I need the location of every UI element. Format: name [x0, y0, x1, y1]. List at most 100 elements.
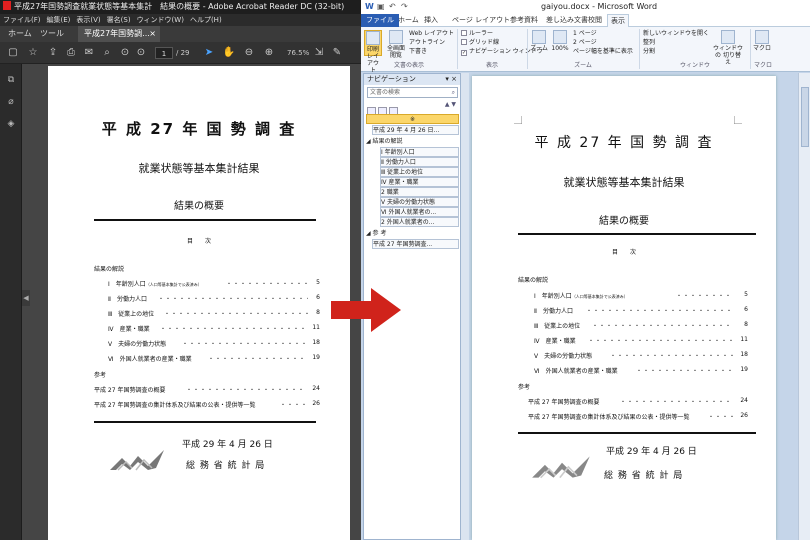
nav-item[interactable]: Ⅲ 従業上の地位: [380, 167, 459, 177]
one-page-button[interactable]: 1 ページ: [573, 30, 597, 38]
pdf-page: 平 成 27 年 国 勢 調 査 就業状態等基本集計結果 結果の概要 目 次 結…: [48, 66, 350, 540]
nav-item[interactable]: 2 外国人就業者の...: [380, 217, 459, 227]
new-window-button[interactable]: 新しいウィンドウを開く: [643, 30, 709, 38]
split-button[interactable]: 分割: [643, 48, 655, 56]
margin-corner-mark: [514, 116, 522, 124]
select-cursor-icon[interactable]: ➤: [202, 46, 216, 60]
vertical-scrollbar[interactable]: [798, 73, 810, 540]
tab-home[interactable]: ホーム: [8, 26, 32, 42]
attachment-icon[interactable]: ⌀: [5, 96, 17, 108]
nav-item[interactable]: Ⅱ 労働力人口: [380, 157, 459, 167]
zoom-button[interactable]: ズーム: [530, 30, 548, 56]
group-show-label: 表示: [485, 62, 498, 69]
nav-close-icon[interactable]: ▾ ×: [445, 74, 457, 85]
save-icon[interactable]: ▣: [377, 0, 385, 14]
tab-document[interactable]: 平成27年国勢調... ×: [78, 26, 160, 42]
toc-dots: ・・・・・・・・・・・・・・・・・・・・・・・・・・: [164, 311, 308, 318]
undo-icon[interactable]: ↶: [389, 0, 396, 14]
switch-window-button[interactable]: ウィンドウの 切り替え: [713, 30, 743, 66]
page-width-button[interactable]: ページ幅を基準に表示: [573, 48, 633, 56]
print-layout-button[interactable]: 印刷 レイアウト: [364, 30, 382, 74]
nav-item[interactable]: Ⅳ 産業・職業: [380, 177, 459, 187]
two-pages-button[interactable]: 2 ページ: [573, 39, 597, 47]
arrange-button[interactable]: 整列: [643, 39, 655, 47]
tab-insert[interactable]: 挿入: [421, 14, 441, 27]
acrobat-title: 平成27年国勢調査就業状態等基本集計 結果の概要 - Adobe Acrobat…: [14, 2, 345, 11]
tab-file[interactable]: ファイル: [361, 14, 399, 27]
scrollbar-thumb[interactable]: [801, 87, 809, 147]
nav-item[interactable]: Ⅴ 夫婦の労働力状態: [380, 197, 459, 207]
print-icon[interactable]: ⎙: [64, 46, 78, 60]
menu-help[interactable]: ヘルプ(H): [190, 16, 222, 24]
nav-item[interactable]: ◢ 参 考: [366, 229, 459, 239]
toc-page: 18: [312, 339, 320, 346]
comment-icon[interactable]: ✎: [330, 46, 344, 60]
zoom-100-button[interactable]: 100%: [551, 30, 569, 56]
word-toc-row: Ⅳ 産業・職業 ・・・・・・・・・・・・・・・・・・・・・・・・・・ 11: [534, 336, 748, 345]
nav-item[interactable]: 平成 27 年国勢調査...: [372, 239, 459, 249]
nav-item[interactable]: ※: [366, 114, 459, 124]
page-up-icon[interactable]: ⊙: [118, 46, 132, 60]
nav-pane-splitter[interactable]: [461, 73, 469, 540]
tab-references[interactable]: 参考資料: [507, 14, 541, 27]
nav-pane-header: ナビゲーション ▾ ×: [364, 74, 460, 85]
tab-view[interactable]: 表示: [607, 14, 629, 27]
menu-view[interactable]: 表示(V): [76, 16, 100, 24]
word-title: gaiyou.docx - Microsoft Word: [541, 2, 658, 11]
email-icon[interactable]: ✉: [82, 46, 96, 60]
menu-window[interactable]: ウィンドウ(W): [137, 16, 184, 24]
word-toc-row: Ⅱ 労働力人口 ・・・・・・・・・・・・・・・・・・・・・・・・・・ 6: [534, 306, 748, 315]
toc-dots: ・・・・・・・・・・・・・・・・・・・・・・・・・・: [588, 338, 734, 345]
macro-button[interactable]: マクロ: [753, 30, 771, 56]
toc-roman: Ⅱ: [108, 296, 111, 303]
ref-dots: ・・・・・: [280, 402, 308, 409]
zoom-level-select[interactable]: 76.5%: [287, 47, 309, 59]
new-file-icon[interactable]: ▢: [6, 46, 20, 60]
toc-dots: ・・・・・・・・・・・・・・・・・・・・・・・・・・・: [158, 296, 308, 303]
bookmark-star-icon[interactable]: ☆: [26, 46, 40, 60]
nav-item[interactable]: ◢ 結果の解説: [366, 137, 459, 147]
menu-file[interactable]: ファイル(F): [3, 16, 41, 24]
page-down-icon[interactable]: ⊙: [134, 46, 148, 60]
pdf-toc-row: Ⅱ 労働力人口 ・・・・・・・・・・・・・・・・・・・・・・・・・・・ 6: [108, 294, 320, 303]
layers-icon[interactable]: ◈: [5, 118, 17, 130]
zoom-100-icon: [553, 30, 567, 44]
toc-text: 年齢別人口: [115, 281, 146, 288]
page-thumbnails-icon[interactable]: ⧉: [5, 74, 17, 86]
tab-review[interactable]: 校閲: [585, 14, 605, 27]
draft-button[interactable]: 下書き: [409, 48, 427, 56]
nav-arrows-icon[interactable]: ▲ ▼: [445, 101, 456, 108]
toc-roman: Ⅲ: [108, 311, 113, 318]
menu-sign[interactable]: 署名(S): [107, 16, 131, 24]
nav-item[interactable]: 2 職業: [380, 187, 459, 197]
page-number-input[interactable]: 1: [155, 47, 173, 59]
tab-mailings[interactable]: 差し込み文書: [543, 14, 591, 27]
menu-edit[interactable]: 編集(E): [47, 16, 71, 24]
search-icon[interactable]: ⌕: [452, 88, 455, 98]
tab-tools[interactable]: ツール: [40, 26, 64, 42]
tab-page-layout[interactable]: ページ レイアウト: [449, 14, 513, 27]
nav-item[interactable]: Ⅰ 年齢別人口: [380, 147, 459, 157]
hand-tool-icon[interactable]: ✋: [222, 46, 236, 60]
toc-dots: ・・・・・・・・・・・・・・・・・・・・・・: [182, 341, 308, 348]
outline-button[interactable]: アウトライン: [409, 39, 445, 47]
nav-item[interactable]: 平成 29 年 4 月 26 日...: [372, 125, 459, 135]
ruler-label: ルーラー: [469, 30, 494, 37]
redo-icon[interactable]: ↷: [401, 0, 408, 14]
nav-search-input[interactable]: 文書の検索 ⌕: [367, 87, 458, 98]
gridlines-checkbox[interactable]: グリッド線: [461, 39, 499, 47]
toc-note: （人口等基本集計で公表済み）: [571, 294, 628, 299]
acrobat-toolbar: ▢ ☆ ⇪ ⎙ ✉ ⌕ ⊙ ⊙ 1 / 29 ➤ ✋ ⊖ ⊕ 76.5% ⇲ ✎: [0, 42, 361, 64]
zoom-in-icon[interactable]: ⊕: [262, 46, 276, 60]
zoom-out-icon[interactable]: ⊖: [242, 46, 256, 60]
full-screen-button[interactable]: 全画面 閲覧: [387, 30, 405, 59]
web-layout-button[interactable]: Web レイアウト: [409, 30, 454, 38]
nav-item[interactable]: Ⅵ 外国人就業者の...: [380, 207, 459, 217]
tab-home[interactable]: ホーム: [395, 14, 422, 27]
fit-page-icon[interactable]: ⇲: [312, 46, 326, 60]
ruler-checkbox[interactable]: ルーラー: [461, 30, 493, 38]
tab-close-icon[interactable]: ×: [149, 26, 156, 42]
collapse-panel-icon[interactable]: ◀: [22, 290, 30, 306]
search-icon[interactable]: ⌕: [100, 46, 114, 60]
upload-cloud-icon[interactable]: ⇪: [46, 46, 60, 60]
